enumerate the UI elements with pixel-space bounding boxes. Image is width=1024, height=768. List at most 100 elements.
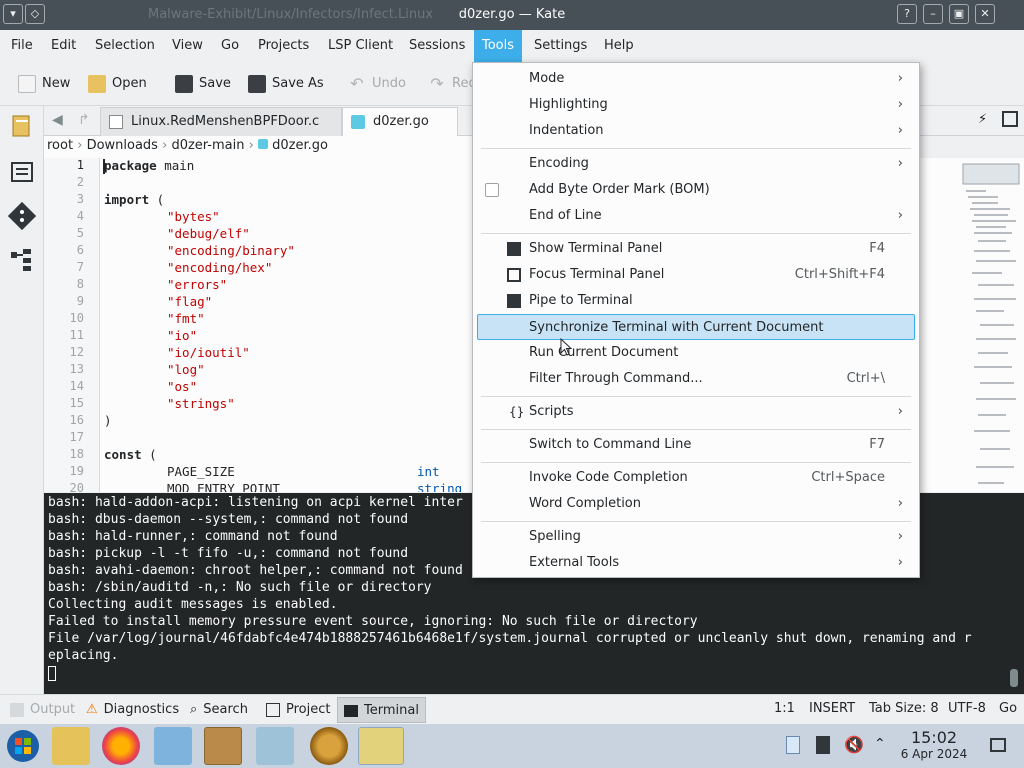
- file-encoding[interactable]: UTF-8: [948, 701, 986, 716]
- input-mode[interactable]: INSERT: [809, 701, 855, 716]
- menu-filter-command[interactable]: Filter Through Command... Ctrl+\: [473, 366, 919, 392]
- menu-separator: [481, 462, 911, 463]
- cursor-position[interactable]: 1:1: [774, 701, 795, 716]
- notes-icon[interactable]: [816, 736, 830, 754]
- save-as-button[interactable]: Save As: [248, 72, 324, 96]
- open-button[interactable]: Open: [88, 72, 147, 96]
- tab-search[interactable]: ⌕ Search: [184, 697, 254, 723]
- code-line-4: "bytes": [167, 209, 220, 224]
- chevron-up-icon[interactable]: ⌃: [874, 736, 886, 752]
- file-language[interactable]: Go: [999, 701, 1017, 716]
- undo-button[interactable]: ↶ Undo: [348, 72, 406, 96]
- forward-arrow-icon[interactable]: ↱: [78, 112, 90, 128]
- file-manager-icon[interactable]: [52, 727, 90, 765]
- code-line-3: import (: [104, 192, 165, 207]
- breadcrumb-d0zer-main[interactable]: d0zer-main: [171, 138, 244, 153]
- terminal-line: bash: hald-addon-acpi: listening on acpi…: [48, 495, 463, 510]
- window-titlebar[interactable]: ▾ ◇ Malware-Exhibit/Linux/Infectors/Infe…: [0, 0, 1024, 30]
- menu-word-completion[interactable]: Word Completion ›: [473, 491, 919, 517]
- menu-projects[interactable]: Projects: [250, 30, 317, 62]
- minimap[interactable]: [962, 160, 1020, 490]
- volume-muted-icon[interactable]: 🔇: [844, 735, 864, 754]
- menu-end-of-line[interactable]: End of Line ›: [473, 203, 919, 229]
- menu-separator: [481, 148, 911, 149]
- tab-terminal[interactable]: Terminal: [337, 697, 426, 723]
- menu-spelling[interactable]: Spelling ›: [473, 524, 919, 550]
- terminal-cursor: [48, 666, 56, 681]
- tab-size[interactable]: Tab Size: 8: [869, 701, 939, 716]
- line-number: 5: [76, 226, 84, 240]
- menu-focus-terminal[interactable]: Focus Terminal Panel Ctrl+Shift+F4: [473, 262, 919, 288]
- breadcrumb-downloads[interactable]: Downloads: [87, 138, 158, 153]
- mouse-pointer-icon: [560, 338, 572, 356]
- quick-open-icon[interactable]: ⚡: [978, 112, 987, 127]
- menu-lsp-client[interactable]: LSP Client: [320, 30, 401, 62]
- tab-redmenshen[interactable]: Linux.RedMenshenBPFDoor.c: [100, 107, 342, 136]
- close-icon[interactable]: ✕: [975, 4, 995, 24]
- breadcrumb-file[interactable]: d0zer.go: [272, 138, 328, 153]
- code-line-20-name: MOD_ENTRY_POINT: [167, 481, 280, 492]
- menu-scripts[interactable]: {} Scripts ›: [473, 399, 919, 425]
- git-icon[interactable]: [8, 202, 36, 230]
- menu-sync-terminal[interactable]: Synchronize Terminal with Current Docume…: [477, 314, 915, 340]
- projects-tree-icon[interactable]: [8, 246, 36, 274]
- kate-editor-icon[interactable]: [358, 727, 404, 765]
- project-icon: [266, 702, 280, 717]
- tab-diagnostics[interactable]: ⚠ Diagnostics: [80, 697, 185, 723]
- menu-settings[interactable]: Settings: [526, 30, 595, 62]
- terminal-icon: [507, 294, 521, 308]
- redo-button[interactable]: ↷ Red: [428, 72, 476, 96]
- line-number: 10: [69, 311, 84, 325]
- menu-sessions[interactable]: Sessions: [401, 30, 473, 62]
- terminal-icon: [344, 704, 358, 717]
- system-settings-icon[interactable]: [154, 727, 192, 765]
- menu-external-tools[interactable]: External Tools ›: [473, 550, 919, 576]
- menu-indentation[interactable]: Indentation ›: [473, 118, 919, 144]
- menu-edit[interactable]: Edit: [43, 30, 84, 62]
- menu-encoding[interactable]: Encoding ›: [473, 151, 919, 177]
- left-sidebar: [0, 106, 44, 694]
- minimize-icon[interactable]: –: [923, 4, 943, 24]
- menu-highlighting[interactable]: Highlighting ›: [473, 92, 919, 118]
- breadcrumb-root[interactable]: root: [47, 138, 73, 153]
- menu-pipe-terminal[interactable]: Pipe to Terminal: [473, 288, 919, 314]
- start-menu-icon[interactable]: [4, 727, 42, 765]
- chevron-right-icon: ›: [897, 496, 903, 511]
- menu-file[interactable]: File: [3, 30, 41, 62]
- settings-gear-icon[interactable]: [310, 727, 348, 765]
- line-number: 3: [76, 192, 84, 206]
- symbols-list-icon[interactable]: [8, 158, 36, 186]
- menu-go[interactable]: Go: [213, 30, 247, 62]
- package-manager-icon[interactable]: [256, 727, 294, 765]
- split-view-icon[interactable]: [1002, 111, 1018, 127]
- line-number: 8: [76, 277, 84, 291]
- menu-show-terminal[interactable]: Show Terminal Panel F4: [473, 236, 919, 262]
- menu-help[interactable]: Help: [596, 30, 642, 62]
- firefox-icon[interactable]: [102, 727, 140, 765]
- menubar: File Edit Selection View Go Projects LSP…: [0, 30, 1024, 62]
- tab-d0zer[interactable]: d0zer.go: [342, 107, 458, 136]
- menu-run-document[interactable]: Run Current Document: [473, 340, 919, 366]
- new-button[interactable]: New: [18, 72, 70, 96]
- help-icon[interactable]: ?: [897, 4, 917, 24]
- menu-add-bom[interactable]: Add Byte Order Mark (BOM): [473, 177, 919, 203]
- menu-selection[interactable]: Selection: [87, 30, 163, 62]
- tab-project[interactable]: Project: [260, 697, 336, 723]
- menu-mode[interactable]: Mode ›: [473, 66, 919, 92]
- save-button[interactable]: Save: [175, 72, 231, 96]
- menu-view[interactable]: View: [164, 30, 211, 62]
- show-desktop-icon[interactable]: [990, 738, 1006, 752]
- tab-output[interactable]: Output: [4, 697, 81, 723]
- clipboard-icon[interactable]: [786, 736, 800, 754]
- menu-command-line[interactable]: Switch to Command Line F7: [473, 432, 919, 458]
- maximize-icon[interactable]: ▣: [949, 4, 969, 24]
- terminal-scrollbar[interactable]: [1010, 669, 1018, 687]
- clock[interactable]: 15:02 6 Apr 2024: [896, 728, 972, 761]
- menu-tools[interactable]: Tools: [474, 30, 523, 62]
- documents-icon[interactable]: [8, 112, 36, 140]
- menu-code-completion[interactable]: Invoke Code Completion Ctrl+Space: [473, 465, 919, 491]
- code-line-8: "errors": [167, 277, 228, 292]
- back-arrow-icon[interactable]: ◀: [52, 112, 63, 128]
- archive-icon[interactable]: [204, 727, 242, 765]
- bom-checkbox[interactable]: [485, 183, 499, 197]
